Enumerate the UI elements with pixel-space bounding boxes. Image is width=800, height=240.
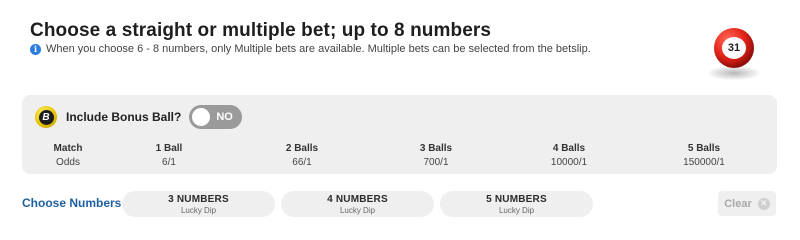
- bonus-toggle[interactable]: NO: [189, 105, 243, 129]
- bonus-ball-icon: B: [35, 106, 57, 128]
- button-title: 5 NUMBERS: [486, 194, 547, 205]
- lottery-ball: 31: [706, 28, 762, 84]
- bonus-odds-panel: B Include Bonus Ball? NO Match Odds 1 Ba…: [22, 95, 777, 174]
- ball-number: 31: [722, 37, 746, 59]
- clear-label: Clear: [724, 197, 752, 210]
- odds-column-2-balls: 2 Balls 66/1: [277, 143, 327, 168]
- button-subtitle: Lucky Dip: [498, 206, 535, 215]
- info-text: When you choose 6 - 8 numbers, only Mult…: [46, 43, 591, 55]
- match-value: 3 Balls: [419, 143, 453, 154]
- odds-column-4-balls: 4 Balls 10000/1: [544, 143, 594, 168]
- lucky-dip-3-numbers-button[interactable]: 3 NUMBERS Lucky Dip: [122, 191, 275, 217]
- close-icon: ✕: [757, 197, 770, 210]
- lucky-dip-5-numbers-button[interactable]: 5 NUMBERS Lucky Dip: [440, 191, 593, 217]
- odds-value: 10000/1: [550, 157, 588, 168]
- odds-value: 6/1: [162, 157, 176, 168]
- odds-header: Odds: [56, 157, 80, 168]
- odds-row-label: Match Odds: [51, 143, 85, 168]
- choose-numbers-label[interactable]: Choose Numbers: [22, 196, 121, 210]
- odds-column-3-balls: 3 Balls 700/1: [411, 143, 461, 168]
- button-title: 3 NUMBERS: [168, 194, 229, 205]
- bonus-label: Include Bonus Ball?: [66, 110, 182, 124]
- button-subtitle: Lucky Dip: [339, 206, 376, 215]
- bonus-ball-letter: B: [38, 109, 54, 125]
- match-value: 5 Balls: [687, 143, 721, 154]
- button-subtitle: Lucky Dip: [180, 206, 217, 215]
- page-title: Choose a straight or multiple bet; up to…: [30, 20, 492, 41]
- match-header: Match: [53, 143, 83, 154]
- match-value: 2 Balls: [285, 143, 319, 154]
- info-row: i When you choose 6 - 8 numbers, only Mu…: [30, 43, 591, 55]
- button-title: 4 NUMBERS: [327, 194, 388, 205]
- ball-body: 31: [714, 28, 754, 68]
- odds-value: 66/1: [292, 157, 312, 168]
- toggle-knob: [192, 108, 211, 126]
- odds-column-1-ball: 1 Ball 6/1: [144, 143, 194, 168]
- ball-shadow: [708, 66, 760, 80]
- match-value: 4 Balls: [552, 143, 586, 154]
- info-icon: i: [30, 43, 41, 55]
- odds-value: 150000/1: [683, 157, 725, 168]
- lucky-dip-4-numbers-button[interactable]: 4 NUMBERS Lucky Dip: [281, 191, 434, 217]
- bonus-row: B Include Bonus Ball? NO: [35, 105, 243, 129]
- toggle-state-text: NO: [216, 111, 233, 123]
- odds-column-5-balls: 5 Balls 150000/1: [678, 143, 730, 168]
- odds-value: 700/1: [423, 157, 449, 168]
- match-value: 1 Ball: [155, 143, 183, 154]
- clear-button[interactable]: Clear ✕: [718, 191, 776, 216]
